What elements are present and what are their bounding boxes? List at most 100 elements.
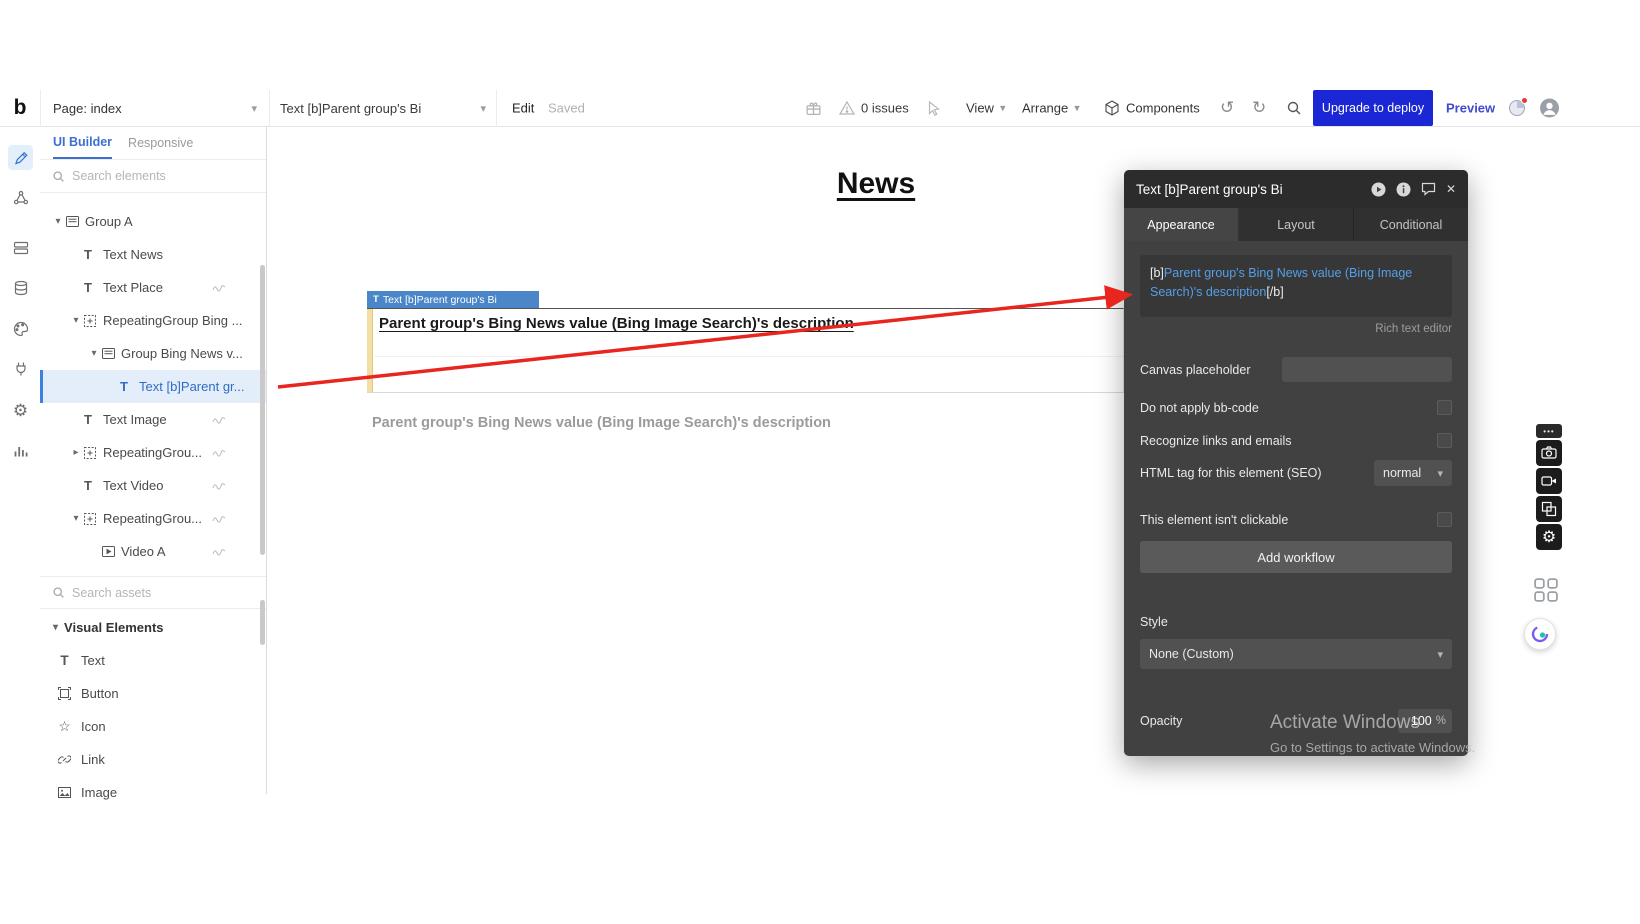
opacity-input[interactable]: 100 % <box>1398 709 1452 733</box>
opacity-row: Opacity 100 % <box>1140 709 1452 733</box>
tree-item-text-news[interactable]: T Text News <box>40 238 266 271</box>
gift-icon[interactable] <box>805 100 822 117</box>
components-menu[interactable]: Components <box>1104 100 1200 117</box>
property-tabs: Appearance Layout Conditional <box>1124 208 1468 241</box>
logs-tab-icon[interactable] <box>8 438 33 463</box>
tree-item-repeatinggroup-3[interactable]: ▾ RepeatingGrou... <box>40 502 266 535</box>
caret-right-icon[interactable]: ▸ <box>68 447 84 458</box>
styles-tab-icon[interactable] <box>8 316 33 341</box>
palette-item-icon[interactable]: ☆ Icon <box>40 710 266 743</box>
tab-conditional[interactable]: Conditional <box>1354 208 1468 241</box>
video-element-icon <box>102 546 120 557</box>
assistant-chat-button[interactable] <box>1524 618 1556 650</box>
preview-button[interactable]: Preview <box>1446 101 1495 116</box>
canvas-placeholder-input[interactable] <box>1282 357 1452 382</box>
app-grid-icon[interactable] <box>1534 578 1558 602</box>
chevron-down-icon: ▾ <box>1000 102 1006 115</box>
design-tab-icon[interactable] <box>8 145 33 170</box>
tab-appearance[interactable]: Appearance <box>1124 208 1239 241</box>
element-text-content: Parent group's Bing News value (Bing Ima… <box>379 315 1115 332</box>
search-elements-input[interactable] <box>72 169 254 183</box>
avatar[interactable] <box>1540 99 1559 118</box>
edit-mode-label[interactable]: Edit <box>512 101 534 116</box>
style-dropdown[interactable]: None (Custom) ▾ <box>1140 639 1452 669</box>
data-tab-icon[interactable] <box>8 275 33 300</box>
windows-capture-icon[interactable] <box>1536 496 1562 522</box>
tree-item-group-a[interactable]: ▾ Group A <box>40 205 266 238</box>
palette-item-text[interactable]: T Text <box>40 644 266 677</box>
property-editor-header[interactable]: Text [b]Parent group's Bi ✕ <box>1124 170 1468 208</box>
arrange-menu[interactable]: Arrange ▾ <box>1022 101 1080 116</box>
capture-toolbar: ••• ⚙ <box>1536 424 1562 550</box>
cursor-tool-icon[interactable] <box>926 100 942 116</box>
tree-item-video-a[interactable]: Video A <box>40 535 266 568</box>
not-clickable-checkbox[interactable] <box>1437 512 1452 527</box>
text-element-icon: T <box>373 294 379 305</box>
caret-down-icon[interactable]: ▾ <box>86 348 102 359</box>
palette-item-button[interactable]: Button <box>40 677 266 710</box>
add-workflow-button[interactable]: Add workflow <box>1140 541 1452 573</box>
undo-icon[interactable]: ↺ <box>1220 98 1234 118</box>
panel-scrollbar-lower[interactable] <box>260 600 265 645</box>
selected-element-tag[interactable]: T Text [b]Parent group's Bi <box>367 291 539 308</box>
left-icon-rail: ⚙ <box>0 127 40 794</box>
property-editor[interactable]: Text [b]Parent group's Bi ✕ Appearance L… <box>1124 170 1468 756</box>
elements-panel: UI Builder Responsive ▾ Group A T Text N… <box>40 127 267 794</box>
comment-icon[interactable] <box>1421 182 1436 196</box>
tree-item-text-place[interactable]: T Text Place <box>40 271 266 304</box>
chevron-down-icon: ▾ <box>1437 467 1443 480</box>
tab-layout[interactable]: Layout <box>1239 208 1354 241</box>
page-selector[interactable]: Page: index ▾ <box>40 90 270 127</box>
tree-item-text-image[interactable]: T Text Image <box>40 403 266 436</box>
selected-text-element[interactable]: Parent group's Bing News value (Bing Ima… <box>367 308 1124 393</box>
bbcode-checkbox[interactable] <box>1437 400 1452 415</box>
html-tag-dropdown[interactable]: normal ▾ <box>1374 460 1452 486</box>
caret-down-icon[interactable]: ▾ <box>50 216 66 227</box>
rich-text-editor-link[interactable]: Rich text editor <box>1140 323 1452 335</box>
panel-scrollbar[interactable] <box>260 265 265 555</box>
screen-record-icon[interactable] <box>1536 468 1562 494</box>
tree-item-text-parent-group[interactable]: T Text [b]Parent gr... <box>40 370 266 403</box>
element-selector[interactable]: Text [b]Parent group's Bi ▾ <box>270 90 497 127</box>
responsive-indicator-icon <box>212 482 226 490</box>
repeating-group-icon <box>84 513 102 525</box>
tree-item-repeatinggroup-bing[interactable]: ▾ RepeatingGroup Bing ... <box>40 304 266 337</box>
tab-ui-builder[interactable]: UI Builder <box>53 127 112 159</box>
tree-item-group-bing-news[interactable]: ▾ Group Bing News v... <box>40 337 266 370</box>
palette-item-image[interactable]: Image <box>40 776 266 809</box>
close-icon[interactable]: ✕ <box>1446 182 1456 196</box>
search-icon <box>52 586 65 599</box>
caret-down-icon[interactable]: ▾ <box>68 315 84 326</box>
info-icon[interactable] <box>1396 182 1411 197</box>
view-menu[interactable]: View ▾ <box>966 101 1005 116</box>
tree-item-label: Group Bing News v... <box>121 346 243 361</box>
tree-item-text-video[interactable]: T Text Video <box>40 469 266 502</box>
text-element-icon: T <box>120 379 138 394</box>
rich-text-editor[interactable]: [b]Parent group's Bing News value (Bing … <box>1140 255 1452 317</box>
tree-item-repeatinggroup-2[interactable]: ▸ RepeatingGrou... <box>40 436 266 469</box>
bubble-logo[interactable]: b <box>0 96 40 120</box>
tree-item-label: RepeatingGrou... <box>103 511 202 526</box>
html-tag-value: normal <box>1383 466 1421 480</box>
palette-item-link[interactable]: Link <box>40 743 266 776</box>
bubble-editor: b Page: index ▾ Text [b]Parent group's B… <box>0 0 1640 924</box>
settings-tab-icon[interactable]: ⚙ <box>8 398 33 423</box>
redo-icon[interactable]: ↻ <box>1252 98 1266 118</box>
upgrade-to-deploy-button[interactable]: Upgrade to deploy <box>1313 90 1433 126</box>
visual-elements-section[interactable]: ▾ Visual Elements <box>40 611 266 644</box>
links-emails-checkbox[interactable] <box>1437 433 1452 448</box>
search-icon[interactable] <box>1286 100 1302 116</box>
usage-pie-indicator[interactable] <box>1508 99 1526 117</box>
plugins-tab-icon[interactable] <box>8 356 33 381</box>
property-editor-title: Text [b]Parent group's Bi <box>1136 182 1371 197</box>
capture-more-icon[interactable]: ••• <box>1536 424 1562 438</box>
run-workflow-icon[interactable] <box>1371 182 1386 197</box>
caret-down-icon[interactable]: ▾ <box>68 513 84 524</box>
pages-tab-icon[interactable] <box>8 235 33 260</box>
screenshot-icon[interactable] <box>1536 440 1562 466</box>
issues-indicator[interactable]: 0 issues <box>839 101 909 116</box>
capture-settings-icon[interactable]: ⚙ <box>1536 524 1562 550</box>
tab-responsive[interactable]: Responsive <box>128 127 193 159</box>
search-assets-input[interactable] <box>72 586 254 600</box>
workflow-tab-icon[interactable] <box>8 185 33 210</box>
